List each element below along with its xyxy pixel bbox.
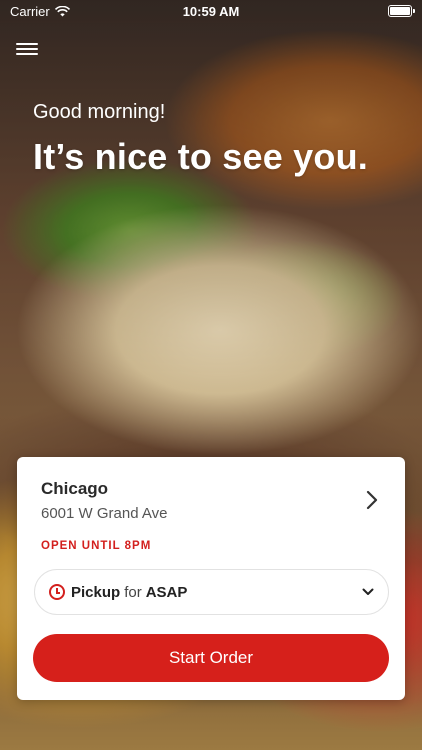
- order-type-text: Pickup for ASAP: [71, 584, 187, 601]
- location-address: 6001 W Grand Ave: [41, 505, 168, 522]
- wifi-icon: [54, 5, 70, 16]
- clock-icon: [49, 584, 65, 600]
- order-type-dropdown[interactable]: Pickup for ASAP: [34, 569, 389, 615]
- hamburger-menu-icon[interactable]: [16, 40, 38, 58]
- order-card: Chicago 6001 W Grand Ave OPEN UNTIL 8PM …: [17, 457, 405, 700]
- order-mode: Pickup: [71, 583, 121, 601]
- chevron-down-icon: [362, 588, 374, 595]
- greeting-text: Good morning!: [33, 101, 166, 123]
- start-order-button[interactable]: Start Order: [33, 634, 389, 682]
- carrier-label: Carrier: [10, 3, 50, 19]
- chevron-right-icon: [366, 490, 378, 510]
- status-bar: Carrier 10:59 AM: [0, 0, 422, 22]
- battery-icon: [388, 5, 415, 17]
- welcome-headline: It’s nice to see you.: [33, 136, 368, 177]
- location-selector[interactable]: Chicago 6001 W Grand Ave: [41, 479, 387, 529]
- order-time: ASAP: [145, 583, 188, 601]
- location-city: Chicago: [41, 479, 109, 498]
- carrier-info: Carrier: [10, 4, 70, 19]
- order-connector: for: [124, 583, 142, 601]
- store-hours: OPEN UNTIL 8PM: [41, 540, 152, 552]
